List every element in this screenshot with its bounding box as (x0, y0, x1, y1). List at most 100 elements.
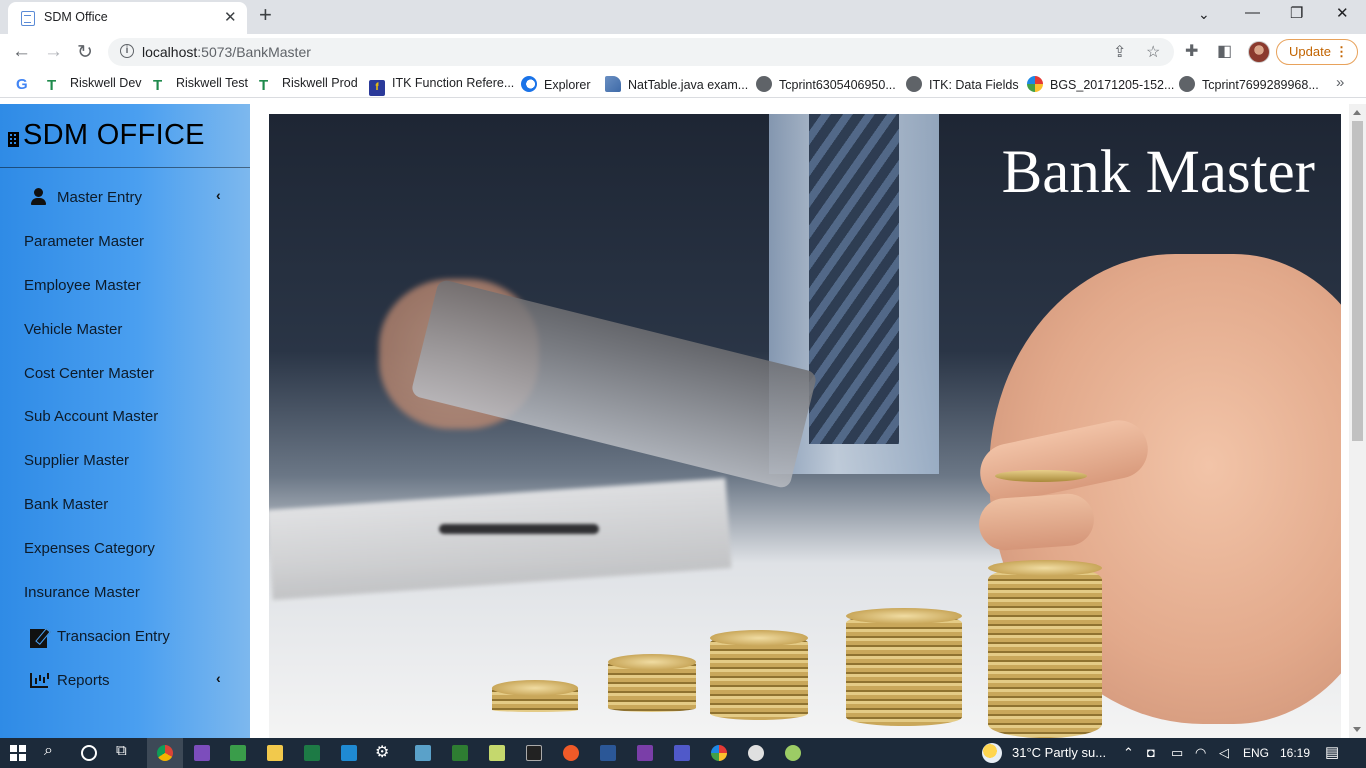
bookmark-itk-function[interactable]: f ITK Function Refere... (369, 76, 514, 96)
sidebar-item-expenses-category[interactable]: Expenses Category (0, 530, 250, 566)
bookmark-nattable[interactable]: NatTable.java exam... (605, 76, 748, 92)
bookmark-riskwell-test[interactable]: Riskwell Test (153, 76, 248, 93)
sidebar-item-supplier-master[interactable]: Supplier Master (0, 442, 250, 478)
sidebar-group-reports[interactable]: Reports ‹ (0, 662, 250, 698)
teams-icon[interactable] (671, 742, 693, 764)
app-icon[interactable] (708, 742, 730, 764)
visual-studio-icon[interactable] (191, 742, 213, 764)
update-button[interactable]: Update ⋮ (1276, 39, 1358, 65)
coin-stack (492, 680, 578, 712)
page-favicon-icon (21, 11, 35, 26)
sidebar-item-insurance-master[interactable]: Insurance Master (0, 574, 250, 610)
settings-gear-icon[interactable]: ⚙ (375, 742, 397, 764)
page-title: Bank Master (1001, 139, 1315, 206)
chevron-up-icon[interactable]: ⌃ (1123, 745, 1134, 761)
scroll-up-icon[interactable] (1353, 110, 1361, 115)
volume-icon[interactable]: ◁ (1219, 745, 1229, 761)
minimize-button[interactable]: — (1245, 4, 1260, 21)
bar-chart-icon (30, 673, 48, 688)
sidebar-item-employee-master[interactable]: Employee Master (0, 267, 250, 303)
language-indicator[interactable]: ENG (1243, 746, 1269, 760)
restore-button[interactable]: ❐ (1290, 4, 1303, 22)
bookmark-google[interactable]: G (16, 76, 28, 93)
nattable-icon (605, 76, 621, 92)
browser-tab[interactable]: SDM Office ✕ (8, 2, 247, 34)
app-icon[interactable] (449, 742, 471, 764)
site-info-icon[interactable]: i (120, 44, 134, 58)
sidebar: SDM OFFICE Master Entry ‹ Parameter Mast… (0, 104, 250, 738)
search-icon[interactable]: ⌕ (44, 742, 66, 764)
cortana-icon[interactable] (81, 745, 97, 761)
bookmark-star-icon[interactable]: ☆ (1146, 42, 1160, 62)
menu-dots-icon[interactable]: ⋮ (1335, 40, 1348, 64)
profile-avatar[interactable] (1248, 41, 1270, 63)
sidebar-item-vehicle-master[interactable]: Vehicle Master (0, 311, 250, 347)
tree-icon (47, 77, 63, 93)
wifi-icon[interactable]: ◠ (1195, 745, 1206, 761)
sidebar-item-cost-center-master[interactable]: Cost Center Master (0, 355, 250, 391)
app-icon[interactable] (412, 742, 434, 764)
itk-icon: f (369, 80, 385, 96)
app-icon[interactable] (745, 742, 767, 764)
sidebar-item-bank-master[interactable]: Bank Master (0, 486, 250, 522)
page-scrollbar[interactable] (1349, 104, 1366, 738)
terminal-icon[interactable] (523, 742, 545, 764)
file-explorer-icon[interactable] (264, 742, 286, 764)
sidebar-item-label: Bank Master (24, 496, 109, 513)
coin-stack (710, 630, 808, 720)
bookmarks-overflow-icon[interactable]: » (1336, 74, 1344, 91)
brand[interactable]: SDM OFFICE (0, 104, 250, 168)
notifications-icon[interactable]: ▤ (1325, 743, 1339, 761)
app-icon[interactable] (560, 742, 582, 764)
windows-start-icon[interactable] (10, 745, 27, 762)
extensions-puzzle-icon[interactable]: ✚ (1185, 41, 1198, 61)
app-icon[interactable] (227, 742, 249, 764)
notepad-icon[interactable] (486, 742, 508, 764)
app-icon[interactable] (634, 742, 656, 764)
weather-icon[interactable] (982, 743, 1002, 763)
bookmarks-bar: G Riskwell Dev Riskwell Test Riskwell Pr… (0, 70, 1366, 98)
new-tab-button[interactable]: + (259, 2, 272, 28)
sidebar-item-sub-account-master[interactable]: Sub Account Master (0, 398, 250, 434)
battery-icon[interactable]: ▭ (1171, 745, 1183, 761)
sidebar-item-label: Insurance Master (24, 584, 140, 601)
chevron-left-icon[interactable]: ‹ (216, 670, 221, 686)
sidebar-item-label: Supplier Master (24, 452, 130, 469)
close-window-button[interactable]: ✕ (1336, 4, 1349, 22)
sidebar-group-transaction-entry[interactable]: Transacion Entry (0, 618, 250, 654)
meet-now-icon[interactable]: ◘ (1147, 745, 1155, 760)
chevron-left-icon[interactable]: ‹ (216, 187, 221, 203)
bookmark-bgs[interactable]: BGS_20171205-152... (1027, 76, 1174, 92)
bookmark-riskwell-prod[interactable]: Riskwell Prod (259, 76, 358, 93)
forward-arrow-icon[interactable]: → (44, 41, 63, 63)
tab-search-icon[interactable]: ⌄ (1198, 6, 1210, 23)
bookmark-explorer[interactable]: Explorer (521, 76, 591, 92)
bookmark-tcprint-2[interactable]: Tcprint7699289968... (1179, 76, 1319, 92)
edit-document-icon (30, 627, 48, 648)
reload-icon[interactable]: ↻ (77, 41, 93, 64)
hero-photo-tablet (410, 278, 818, 490)
bookmark-tcprint-1[interactable]: Tcprint6305406950... (756, 76, 896, 92)
scroll-thumb[interactable] (1352, 121, 1363, 441)
excel-icon[interactable] (301, 742, 323, 764)
back-arrow-icon[interactable]: ← (12, 41, 31, 63)
weather-text[interactable]: 31°C Partly su... (1012, 745, 1106, 760)
side-panel-icon[interactable]: ◧ (1217, 41, 1232, 61)
sidebar-item-label: Cost Center Master (24, 365, 155, 382)
address-bar[interactable]: i localhost:5073/BankMaster ⇪ ☆ (108, 38, 1174, 66)
url-text[interactable]: localhost:5073/BankMaster (142, 44, 311, 60)
sidebar-group-master-entry[interactable]: Master Entry ‹ (0, 179, 250, 215)
task-view-icon[interactable]: ⧉ (116, 742, 138, 764)
chrome-taskbar-button[interactable] (147, 738, 183, 768)
bookmark-riskwell-dev[interactable]: Riskwell Dev (47, 76, 142, 93)
vscode-icon[interactable] (338, 742, 360, 764)
bookmark-itk-data-fields[interactable]: ITK: Data Fields (906, 76, 1019, 92)
scroll-down-icon[interactable] (1353, 727, 1361, 732)
close-tab-icon[interactable]: ✕ (224, 8, 237, 26)
sidebar-item-label: Employee Master (24, 277, 141, 294)
word-icon[interactable] (597, 742, 619, 764)
clock[interactable]: 16:19 (1280, 746, 1310, 760)
sidebar-item-parameter-master[interactable]: Parameter Master (0, 223, 250, 259)
app-icon[interactable] (782, 742, 804, 764)
share-icon[interactable]: ⇪ (1113, 42, 1126, 62)
